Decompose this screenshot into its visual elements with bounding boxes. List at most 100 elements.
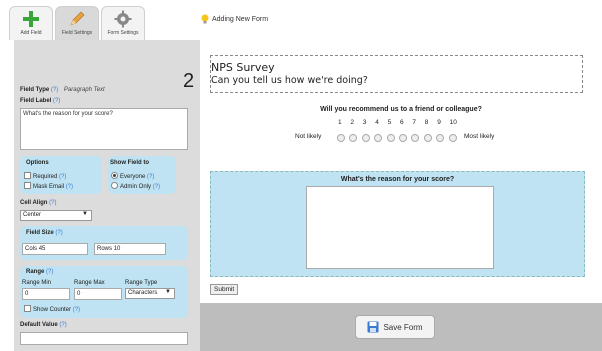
top-toolbar: Add Field Field Settings Form Settings A… [0,0,602,40]
everyone-label: Everyone [120,174,146,180]
nps-scale-number: 2 [350,119,355,126]
field-settings-panel: Field Type (?) Paragraph Text Field Labe… [14,40,200,351]
status-text: Adding New Form [212,16,269,23]
save-form-label: Save Form [383,322,423,332]
tab-field-settings-label: Field Settings [61,30,93,36]
options-title: Options [26,160,49,166]
required-checkbox[interactable] [24,172,31,179]
range-max-input[interactable]: 0 [74,288,122,300]
field-label-row: Field Label (?) [20,98,60,104]
nps-scale-number: 6 [400,119,404,126]
form-header[interactable]: NPS Survey Can you tell us how we're doi… [210,55,583,93]
submit-button[interactable]: Submit [210,284,239,295]
default-value-input[interactable] [20,332,188,345]
field-label-input[interactable]: What's the reason for your score? [20,108,188,150]
form-preview: NPS Survey Can you tell us how we're doi… [200,40,602,351]
dropdown-arrow-icon: ▼ [82,211,88,217]
nps-low-label: Not likely [295,133,322,140]
tab-add-field-label: Add Field [20,30,42,36]
required-label: Required [33,174,58,180]
pencil-icon [70,11,85,26]
field-type-row: Field Type (?) Paragraph Text [20,87,105,93]
nps-scale-number: 1 [338,119,342,126]
nps-radio[interactable] [399,134,407,142]
admin-only-option[interactable]: Admin Only (?) [111,182,160,190]
show-counter-label: Show Counter [33,307,72,313]
nps-radio[interactable] [423,134,432,142]
nps-radio[interactable] [349,134,358,142]
cols-input[interactable]: Cols 45 [22,243,88,255]
dropdown-arrow-icon: ▼ [165,289,171,295]
options-box: Options Required (?) Mask Email (?) [20,156,102,194]
cell-align-row: Cell Align (?) [20,200,56,206]
nps-radio[interactable] [386,134,395,142]
range-type-label: Range Type [125,280,158,286]
field-size-title: Field Size [26,230,54,236]
nps-scale-number: 9 [437,119,441,126]
cols-value: 45 [38,246,46,252]
cell-align-label: Cell Align [20,200,48,206]
everyone-option[interactable]: Everyone (?) [111,172,154,180]
required-option[interactable]: Required (?) [24,172,66,180]
mask-email-option[interactable]: Mask Email (?) [24,182,73,190]
nps-radio[interactable] [374,134,383,142]
range-type-select[interactable]: Characters ▼ [125,288,175,299]
save-form-button[interactable]: Save Form [355,315,435,339]
cell-align-value: Center [23,212,42,218]
nps-radio[interactable] [361,134,370,142]
range-help-icon[interactable]: (?) [46,269,53,275]
default-value-row: Default Value (?) [20,322,67,328]
show-counter-checkbox[interactable] [24,305,31,312]
status-message: Adding New Form [201,14,268,24]
admin-only-label: Admin Only [120,184,152,190]
form-subtitle: Can you tell us how we're doing? [211,75,368,86]
default-value-help-icon[interactable]: (?) [59,322,66,328]
nps-scale-number: 10 [449,119,457,126]
admin-only-help-icon[interactable]: (?) [153,184,160,190]
required-help-icon[interactable]: (?) [59,174,66,180]
admin-only-radio[interactable] [111,182,118,189]
rows-label: Rows [97,246,113,252]
gear-icon [114,10,132,28]
reason-question: What's the reason for your score? [340,176,455,183]
tab-form-settings[interactable]: Form Settings [101,6,145,40]
reason-textarea[interactable] [306,186,494,269]
rows-value: 10 [113,246,121,252]
range-type-value: Characters [128,290,158,296]
show-counter-option[interactable]: Show Counter (?) [24,305,80,313]
tab-add-field[interactable]: Add Field [9,6,53,40]
tab-field-settings[interactable]: Field Settings [55,6,99,40]
show-counter-help-icon[interactable]: (?) [73,307,80,313]
mask-email-help-icon[interactable]: (?) [66,184,73,190]
cell-align-select[interactable]: Center ▼ [20,210,92,221]
field-size-title-row: Field Size (?) [26,230,63,236]
nps-radio[interactable] [436,134,445,142]
nps-radio[interactable] [337,134,345,142]
field-label-help-icon[interactable]: (?) [53,98,60,104]
range-title-row: Range (?) [26,269,53,275]
form-title: NPS Survey [211,61,275,74]
range-min-label: Range Min [22,280,52,286]
everyone-radio[interactable] [111,172,118,179]
field-size-box: Field Size (?) Cols 45 Rows 10 [20,226,188,260]
nps-high-label: Most likely [464,133,495,140]
nps-radio[interactable] [411,134,420,142]
range-box: Range (?) Range Min Range Max Range Type… [20,266,188,318]
nps-radio[interactable] [448,134,457,142]
everyone-help-icon[interactable]: (?) [147,174,154,180]
field-type-help-icon[interactable]: (?) [51,87,58,93]
field-size-help-icon[interactable]: (?) [55,230,62,236]
cell-align-help-icon[interactable]: (?) [49,200,56,206]
mask-email-checkbox[interactable] [24,182,31,189]
nps-scale-number: 3 [362,119,367,126]
reason-field-box[interactable]: What's the reason for your score? [210,171,585,277]
range-min-input[interactable]: 0 [22,288,70,300]
nps-scale-number: 4 [375,119,379,126]
field-number: 2 [183,70,195,92]
nps-question: Will you recommend us to a friend or col… [320,106,482,113]
default-value-label: Default Value [20,322,58,328]
field-label-label: Field Label [20,98,52,104]
rows-input[interactable]: Rows 10 [94,243,166,255]
tab-form-settings-label: Form Settings [107,30,139,36]
nps-scale-number: 7 [412,119,417,126]
